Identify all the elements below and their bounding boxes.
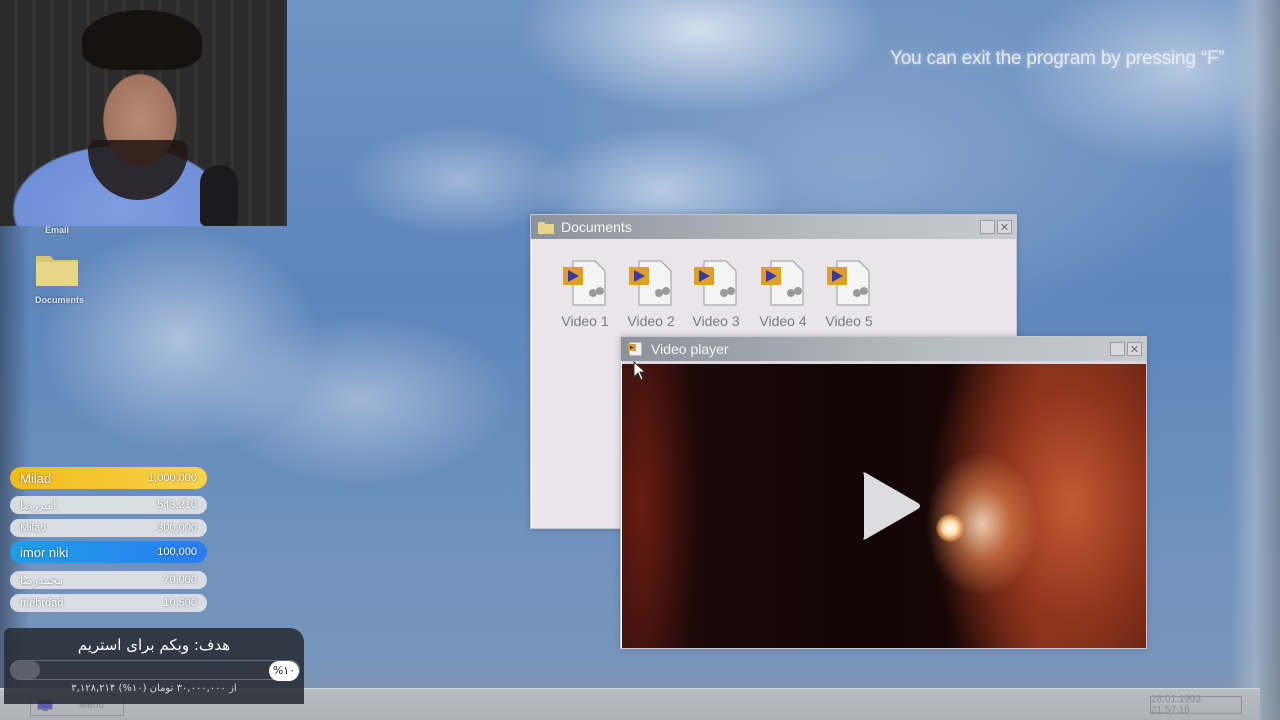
file-label: Video 2 <box>627 313 675 329</box>
video-file-icon <box>694 260 737 306</box>
documents-folder-icon[interactable] <box>34 250 80 288</box>
video-file-icon <box>761 260 804 306</box>
webcam-feed <box>0 0 287 226</box>
close-button[interactable]: ✕ <box>1127 342 1142 356</box>
desktop-icon-email-label[interactable]: Email <box>45 225 69 235</box>
file-label: Video 4 <box>759 313 807 329</box>
video-file-icon <box>628 341 643 357</box>
donor-name: محمدرضا <box>20 574 64 587</box>
minimize-button[interactable] <box>1110 342 1125 356</box>
donation-amount: 1,000,000 <box>148 472 197 484</box>
file-label: Video 5 <box>825 313 873 329</box>
donation-amount: 70,000 <box>163 574 197 586</box>
video-file-3[interactable]: Video 3 <box>686 259 746 329</box>
play-icon[interactable] <box>858 469 922 543</box>
leaderboard-row: mehrdad 10,500 <box>10 594 207 612</box>
mouse-cursor-icon <box>633 361 647 381</box>
leaderboard-row: imor niki 100,000 <box>10 541 207 563</box>
video-file-5[interactable]: Video 5 <box>819 259 879 329</box>
leaderboard-row: امیررضا 543,210 <box>10 496 207 514</box>
webcam-person <box>88 140 188 200</box>
donor-name: Milad <box>20 470 52 486</box>
exit-hint-text: You can exit the program by pressing “F” <box>890 48 1225 69</box>
video-player-title: Video player <box>651 341 729 357</box>
goal-progress-fill <box>11 661 40 679</box>
video-file-1[interactable]: Video 1 <box>555 259 615 329</box>
donation-amount: 300,000 <box>157 522 197 534</box>
documents-titlebar[interactable]: Documents ✕ <box>531 215 1016 239</box>
video-frame[interactable] <box>622 364 1146 648</box>
video-file-icon <box>563 260 606 306</box>
video-player-titlebar[interactable]: Video player ✕ <box>621 337 1146 361</box>
video-file-icon <box>629 260 672 306</box>
donor-name: imor niki <box>20 544 69 560</box>
leaderboard-row: Milad 300,000 <box>10 519 207 537</box>
leaderboard-row: Milad 1,000,000 <box>10 467 207 489</box>
donation-amount: 543,210 <box>157 499 197 511</box>
microphone <box>200 165 238 226</box>
video-player-window: Video player ✕ <box>620 336 1147 649</box>
folder-icon <box>538 222 554 234</box>
donor-name: امیررضا <box>20 499 57 512</box>
minimize-button[interactable] <box>980 220 995 234</box>
goal-percent-badge: %۱۰ <box>269 661 299 681</box>
leaderboard-row: محمدرضا 70,000 <box>10 571 207 589</box>
donor-name: mehrdad <box>20 597 64 609</box>
file-label: Video 1 <box>561 313 609 329</box>
goal-title: هدف: وبکم برای استریم <box>77 636 231 654</box>
close-button[interactable]: ✕ <box>997 220 1012 234</box>
donation-amount: 10,500 <box>163 597 197 609</box>
documents-title: Documents <box>561 219 632 235</box>
goal-progress-bar: %۱۰ <box>10 660 300 681</box>
video-file-4[interactable]: Video 4 <box>753 259 813 329</box>
light-bulb <box>936 514 964 542</box>
desktop-icon-documents-label[interactable]: Documents <box>35 295 84 305</box>
taskbar-clock: 28.01.1993 21:57:18 <box>1150 694 1242 716</box>
donation-goal-panel: هدف: وبکم برای استریم %۱۰ ۳,۱۲۸,۲۱۴ از ۳… <box>4 628 304 704</box>
donation-amount: 100,000 <box>157 546 197 558</box>
video-file-icon <box>827 260 870 306</box>
file-label: Video 3 <box>692 313 740 329</box>
video-file-2[interactable]: Video 2 <box>621 259 681 329</box>
goal-summary: ۳,۱۲۸,۲۱۴ از ۳۰,۰۰۰,۰۰۰ تومان (۱۰%) <box>71 683 237 694</box>
donor-name: Milad <box>20 522 47 534</box>
